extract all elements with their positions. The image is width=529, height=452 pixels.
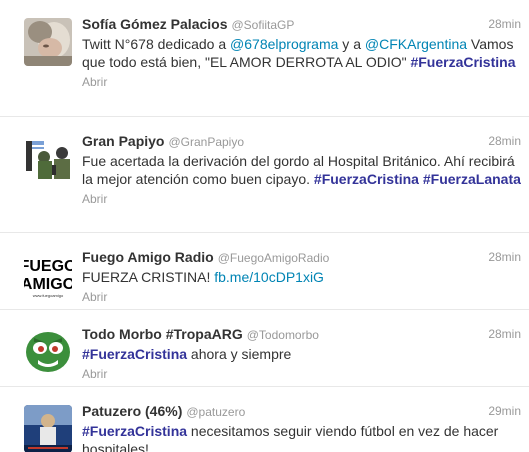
tweet-text: Twitt N°678 dedicado a @678elprograma y … <box>82 35 521 71</box>
tweet-header: Sofía Gómez Palacios @SofiitaGP 28min <box>82 14 521 34</box>
hashtag-link[interactable]: #FuerzaCristina <box>314 171 419 187</box>
tweet-item[interactable]: Gran Papiyo @GranPapiyo 28min Fue acertad… <box>0 117 529 233</box>
tweet-item[interactable]: Todo Morbo #TropaARG @Todomorbo 28min #Fu… <box>0 310 529 387</box>
tweet-text-segment: Twitt N°678 dedicado a <box>82 36 231 52</box>
expand-link[interactable]: Abrir <box>82 367 521 381</box>
expand-link[interactable]: Abrir <box>82 192 521 206</box>
mention-link[interactable]: @CFKArgentina <box>365 36 467 52</box>
tweet-username[interactable]: @GranPapiyo <box>168 135 244 149</box>
tweet-fullname[interactable]: Fuego Amigo Radio <box>82 249 214 265</box>
tweet-text: #FuerzaCristina ahora y siempre <box>82 345 521 363</box>
hashtag-link[interactable]: #FuerzaCristina <box>82 423 187 439</box>
avatar-logo-text: www.fuegoamigo <box>33 293 64 298</box>
expand-link[interactable]: Abrir <box>82 75 521 89</box>
tweet-fullname[interactable]: Patuzero (46%) <box>82 403 182 419</box>
tweet-text: FUERZA CRISTINA! fb.me/10cDP1xiG <box>82 268 521 286</box>
avatar[interactable] <box>24 135 72 183</box>
tweet-text-segment: y a <box>338 36 365 52</box>
tweet-timestamp[interactable]: 29min <box>488 401 521 421</box>
tweet-item[interactable]: Sofía Gómez Palacios @SofiitaGP 28min Twi… <box>0 0 529 117</box>
tweet-timestamp[interactable]: 28min <box>488 14 521 34</box>
url-link[interactable]: fb.me/10cDP1xiG <box>214 269 324 285</box>
tweet-fullname[interactable]: Sofía Gómez Palacios <box>82 16 228 32</box>
tweet-timeline: Sofía Gómez Palacios @SofiitaGP 28min Twi… <box>0 0 529 452</box>
expand-link[interactable]: Abrir <box>82 290 521 304</box>
tweet-timestamp[interactable]: 28min <box>488 247 521 267</box>
tweet-header: Todo Morbo #TropaARG @Todomorbo 28min <box>82 324 521 344</box>
avatar-logo-text: AMIGO <box>24 276 72 293</box>
tweet-item[interactable]: Patuzero (46%) @patuzero 29min #FuerzaCri… <box>0 387 529 452</box>
tweet-username[interactable]: @patuzero <box>186 405 245 419</box>
hashtag-link[interactable]: #FuerzaCristina <box>410 54 515 70</box>
avatar[interactable] <box>24 405 72 452</box>
avatar[interactable] <box>24 18 72 66</box>
avatar[interactable] <box>24 328 72 376</box>
tweet-username[interactable]: @FuegoAmigoRadio <box>218 251 330 265</box>
tweet-username[interactable]: @Todomorbo <box>247 328 319 342</box>
tweet-text: #FuerzaCristina necesitamos seguir viend… <box>82 422 521 452</box>
hashtag-link[interactable]: #FuerzaCristina <box>82 346 187 362</box>
tweet-fullname[interactable]: Todo Morbo #TropaARG <box>82 326 243 342</box>
tweet-text-segment: FUERZA CRISTINA! <box>82 269 215 285</box>
tweet-text-segment: ahora y siempre <box>187 346 292 362</box>
tweet-timestamp[interactable]: 28min <box>488 131 521 151</box>
tweet-timestamp[interactable]: 28min <box>488 324 521 344</box>
avatar-logo-text: FUEGO <box>24 258 72 275</box>
avatar[interactable]: FUEGO AMIGO www.fuegoamigo <box>24 251 72 299</box>
tweet-header: Patuzero (46%) @patuzero 29min <box>82 401 521 421</box>
tweet-header: Gran Papiyo @GranPapiyo 28min <box>82 131 521 151</box>
tweet-fullname[interactable]: Gran Papiyo <box>82 133 164 149</box>
hashtag-link[interactable]: #FuerzaLanata <box>423 171 521 187</box>
tweet-header: Fuego Amigo Radio @FuegoAmigoRadio 28min <box>82 247 521 267</box>
tweet-username[interactable]: @SofiitaGP <box>232 18 295 32</box>
mention-link[interactable]: @678elprograma <box>230 36 338 52</box>
tweet-item[interactable]: FUEGO AMIGO www.fuegoamigo Fuego Amigo R… <box>0 233 529 310</box>
tweet-text: Fue acertada la derivación del gordo al … <box>82 152 521 188</box>
